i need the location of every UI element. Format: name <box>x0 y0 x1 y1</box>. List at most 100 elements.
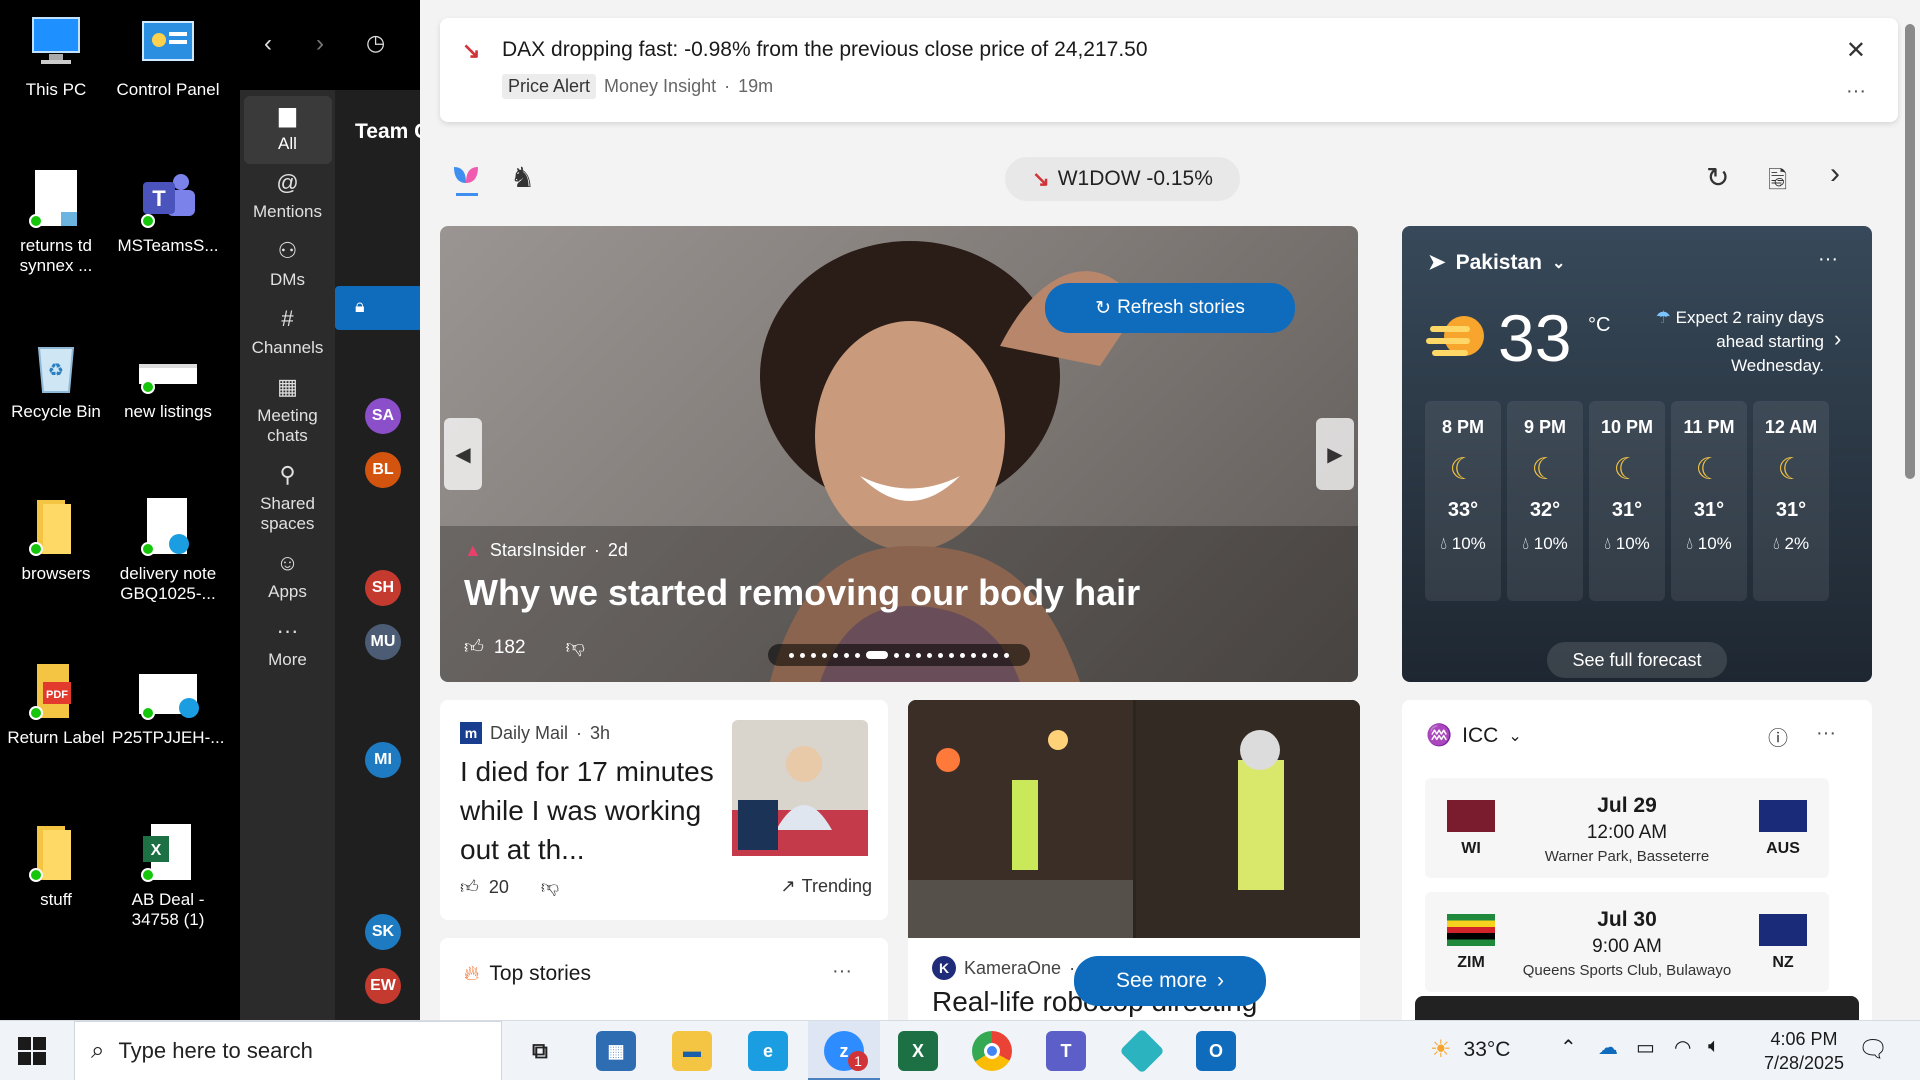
task-view-icon[interactable]: ⧉ <box>520 1031 560 1071</box>
icc-scores-card[interactable]: ♒ ICC ⌄ ⓘ ··· WI Jul 29 12:00 AM Warner … <box>1402 700 1872 1020</box>
desktop-icon-this-pc[interactable]: This PC <box>0 12 112 100</box>
rail-item-more[interactable]: ··· More <box>244 612 332 680</box>
hero-headline[interactable]: Why we started removing our body hair <box>464 572 1140 614</box>
weather-summary-text: Expect 2 rainy days ahead starting Wedne… <box>1675 308 1824 375</box>
zoom-active-tab[interactable]: z 1 <box>808 1021 880 1080</box>
avatar[interactable]: MU <box>365 624 401 660</box>
chrome-icon[interactable] <box>972 1031 1012 1071</box>
more-options-icon[interactable]: ··· <box>1846 80 1866 103</box>
bookmark-icon[interactable]: 🗟︎ <box>1768 163 1787 204</box>
carousel-next-button[interactable]: ▶ <box>1316 418 1354 490</box>
match-row[interactable]: ZIM Jul 30 9:00 AM Queens Sports Club, B… <box>1425 892 1829 992</box>
rail-item-shared-spaces[interactable]: ⚲ Shared spaces <box>244 456 332 544</box>
avatar[interactable]: SK <box>365 914 401 950</box>
rail-item-meeting-chats[interactable]: ▦ Meeting chats <box>244 368 332 456</box>
more-options-icon[interactable]: ··· <box>1816 722 1836 745</box>
kameraone-logo-icon: K <box>932 956 956 980</box>
icc-title[interactable]: ICC <box>1462 724 1498 748</box>
taskbar-weather[interactable]: ☀ 33°C <box>1430 1035 1510 1064</box>
rail-item-mentions[interactable]: @ Mentions <box>244 164 332 232</box>
close-icon[interactable]: ✕ <box>1846 36 1866 65</box>
app-diamond-icon[interactable] <box>1119 1028 1165 1074</box>
refresh-icon[interactable]: ↻ <box>1706 161 1729 194</box>
rail-item-apps[interactable]: ☺ Apps <box>244 544 332 612</box>
battery-icon[interactable]: ▭ <box>1636 1035 1655 1060</box>
edge-icon[interactable]: e <box>748 1031 788 1071</box>
weather-card[interactable]: ➤ Pakistan ⌄ ··· 33 °C ☂ Expect 2 rainy … <box>1402 226 1872 682</box>
story-thumbnail <box>732 720 868 856</box>
avatar[interactable]: EW <box>365 968 401 1004</box>
notification-center-icon[interactable]: 🗨︎ <box>1858 1035 1888 1064</box>
chevron-down-icon[interactable]: ⌄ <box>1552 253 1565 273</box>
desktop-icon-return-label[interactable]: PDF Return Label <box>0 660 112 748</box>
avatar[interactable]: BL <box>365 452 401 488</box>
weather-location[interactable]: Pakistan <box>1456 251 1542 275</box>
back-icon[interactable]: ‹ <box>264 30 272 58</box>
chat-icon: ▆ <box>279 102 296 127</box>
chevron-down-icon[interactable]: ⌄ <box>1508 726 1521 746</box>
rail-item-all[interactable]: ▆ All <box>243 96 332 164</box>
story-card-daily-mail[interactable]: m Daily Mail · 3h I died for 17 minutes … <box>440 700 888 920</box>
see-more-button[interactable]: See more › <box>1074 956 1266 1006</box>
desktop-icon-browsers[interactable]: browsers <box>0 496 112 584</box>
forward-icon[interactable]: › <box>316 30 324 58</box>
sync-ok-icon <box>141 542 155 556</box>
volume-icon[interactable]: 🔈︎ <box>1708 1035 1720 1058</box>
rail-item-channels[interactable]: # Channels <box>244 300 332 368</box>
desktop-icon-delivery-note[interactable]: delivery note GBQ1025-... <box>112 496 224 605</box>
file-explorer-icon[interactable]: ▬ <box>672 1031 712 1071</box>
game-controller-icon[interactable]: ♞ <box>510 161 535 194</box>
chevron-up-icon[interactable]: ⌃ <box>1560 1035 1577 1060</box>
avatar[interactable]: SA <box>365 398 401 434</box>
chevron-right-icon[interactable]: › <box>1834 326 1841 352</box>
weather-summary[interactable]: ☂ Expect 2 rainy days ahead starting Wed… <box>1624 306 1824 377</box>
history-icon[interactable]: ◷ <box>366 30 385 56</box>
hero-story-card[interactable]: ↻ Refresh stories ◀ ▶ ▲ StarsInsider · 2… <box>440 226 1358 682</box>
teams-icon[interactable]: T <box>1046 1031 1086 1071</box>
avatar[interactable]: SH <box>365 570 401 606</box>
outlook-icon[interactable]: O <box>1196 1031 1236 1071</box>
search-box[interactable]: ⌕ Type here to search <box>74 1021 502 1080</box>
desktop-icon-msteams[interactable]: T MSTeamsS... <box>112 168 224 256</box>
apps-icon: ☺ <box>276 550 299 575</box>
excel-icon[interactable]: X <box>898 1031 938 1071</box>
match-row[interactable]: WI Jul 29 12:00 AM Warner Park, Basseter… <box>1425 778 1829 878</box>
more-options-icon[interactable]: ··· <box>1818 248 1838 271</box>
stock-ticker-pill[interactable]: ↘ W1DOW -0.15% <box>1005 157 1240 201</box>
thumbs-up-icon[interactable]: 👍︎ <box>464 636 484 659</box>
desktop-icon-returns[interactable]: returns td synnex ... <box>0 168 112 277</box>
thumbs-down-icon[interactable]: 👎︎ <box>566 636 585 659</box>
see-full-forecast-button[interactable]: See full forecast <box>1547 642 1727 678</box>
scrollbar-thumb[interactable] <box>1905 24 1915 479</box>
refresh-stories-button[interactable]: ↻ Refresh stories <box>1045 283 1295 333</box>
desktop-icon-new-listings[interactable]: new listings <box>112 334 224 422</box>
more-options-icon[interactable]: ··· <box>832 960 852 983</box>
chevron-right-icon[interactable]: › <box>1830 157 1840 191</box>
story-headline[interactable]: I died for 17 minutes while I was workin… <box>460 752 730 870</box>
top-stories-card[interactable]: 🔥︎ Top stories ··· <box>440 938 888 1020</box>
desktop-icon-ab-deal[interactable]: X AB Deal - 34758 (1) <box>112 822 224 931</box>
desktop-icon-control-panel[interactable]: Control Panel <box>112 12 224 100</box>
avatar[interactable]: MI <box>365 742 401 778</box>
desktop-icon-p25tpjjeh[interactable]: P25TPJJEH-... <box>112 660 224 748</box>
price-alert-notification[interactable]: ↘ DAX dropping fast: -0.98% from the pre… <box>440 18 1898 122</box>
onedrive-icon[interactable]: ☁ <box>1598 1035 1618 1060</box>
selected-chat-row[interactable]: 🔒︎ <box>335 286 420 330</box>
wifi-icon[interactable]: ◠ <box>1674 1035 1691 1060</box>
carousel-dots[interactable] <box>768 644 1030 666</box>
desktop-icon-recycle-bin[interactable]: ♻ Recycle Bin <box>0 334 112 422</box>
calculator-icon[interactable]: ▦ <box>596 1031 636 1071</box>
avatar-initials: BL <box>372 461 394 478</box>
rail-item-label: Mentions <box>253 202 322 221</box>
start-button[interactable] <box>18 1037 46 1065</box>
scrollbar[interactable] <box>1902 0 1920 1020</box>
thumbs-up-icon[interactable]: 👍︎ <box>460 876 479 898</box>
thumbs-down-icon[interactable]: 👎︎ <box>541 876 559 898</box>
story-card-kameraone[interactable]: K KameraOne · Real-life robocop directin… <box>908 700 1360 1020</box>
desktop-icon-stuff[interactable]: stuff <box>0 822 112 910</box>
rail-item-dms[interactable]: ⚇ DMs <box>244 232 332 300</box>
widgets-logo-icon[interactable] <box>450 163 482 199</box>
carousel-prev-button[interactable]: ◀ <box>444 418 482 490</box>
clock[interactable]: 4:06 PM 7/28/2025 <box>1752 1027 1856 1076</box>
info-icon[interactable]: ⓘ <box>1768 722 1788 751</box>
